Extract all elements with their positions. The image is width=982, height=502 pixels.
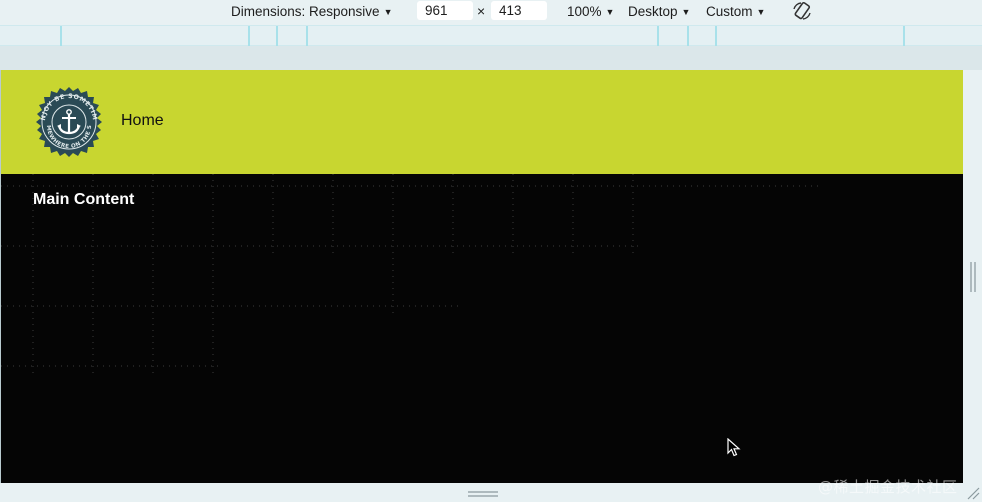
dimensions-dropdown[interactable]: Dimensions: Responsive ▼ bbox=[231, 3, 393, 21]
rotate-icon[interactable] bbox=[791, 0, 813, 22]
chevron-down-icon: ▼ bbox=[605, 7, 615, 17]
right-resize-handle[interactable] bbox=[969, 262, 977, 292]
ruler-segment[interactable] bbox=[903, 26, 905, 46]
resize-handle-icon[interactable] bbox=[964, 484, 980, 500]
chevron-down-icon: ▼ bbox=[383, 7, 393, 17]
device-label: Desktop bbox=[628, 4, 678, 19]
device-toolbar: Dimensions: Responsive ▼ 961 × 413 100% ▼ … bbox=[0, 0, 982, 25]
dimensions-label: Dimensions: Responsive bbox=[231, 4, 380, 19]
chevron-down-icon: ▼ bbox=[681, 7, 691, 17]
ruler-segment[interactable] bbox=[306, 26, 308, 46]
height-input[interactable]: 413 bbox=[491, 1, 547, 20]
ruler-segment[interactable] bbox=[657, 26, 659, 46]
bottom-resize-handle[interactable] bbox=[468, 490, 498, 498]
emulated-viewport: ENJOY BE SOMETIME SOMEWHERE ON THE SEA H… bbox=[0, 70, 963, 483]
zoom-dropdown[interactable]: 100% ▼ bbox=[567, 3, 614, 21]
site-header: ENJOY BE SOMETIME SOMEWHERE ON THE SEA H… bbox=[1, 70, 963, 174]
zoom-label: 100% bbox=[567, 4, 602, 19]
nav-home-link[interactable]: Home bbox=[121, 112, 164, 130]
throttle-dropdown[interactable]: Custom ▼ bbox=[706, 3, 765, 21]
times-symbol: × bbox=[477, 3, 486, 19]
anchor-icon[interactable]: ENJOY BE SOMETIME SOMEWHERE ON THE SEA bbox=[33, 86, 105, 158]
throttle-label: Custom bbox=[706, 4, 753, 19]
ruler-spacer bbox=[0, 46, 982, 70]
watermark: @稀土掘金技术社区 bbox=[818, 478, 958, 496]
media-query-ruler[interactable] bbox=[0, 25, 982, 46]
ruler-segment[interactable] bbox=[248, 26, 250, 46]
ruler-segment[interactable] bbox=[687, 26, 689, 46]
ruler-segment[interactable] bbox=[276, 26, 278, 46]
background-grid bbox=[1, 174, 821, 374]
mouse-cursor-icon bbox=[727, 438, 741, 457]
width-input[interactable]: 961 bbox=[417, 1, 473, 20]
chevron-down-icon: ▼ bbox=[756, 7, 766, 17]
device-dropdown[interactable]: Desktop ▼ bbox=[628, 3, 690, 21]
ruler-segment[interactable] bbox=[60, 26, 62, 46]
main-content-heading: Main Content bbox=[33, 191, 135, 208]
ruler-segment[interactable] bbox=[715, 26, 717, 46]
